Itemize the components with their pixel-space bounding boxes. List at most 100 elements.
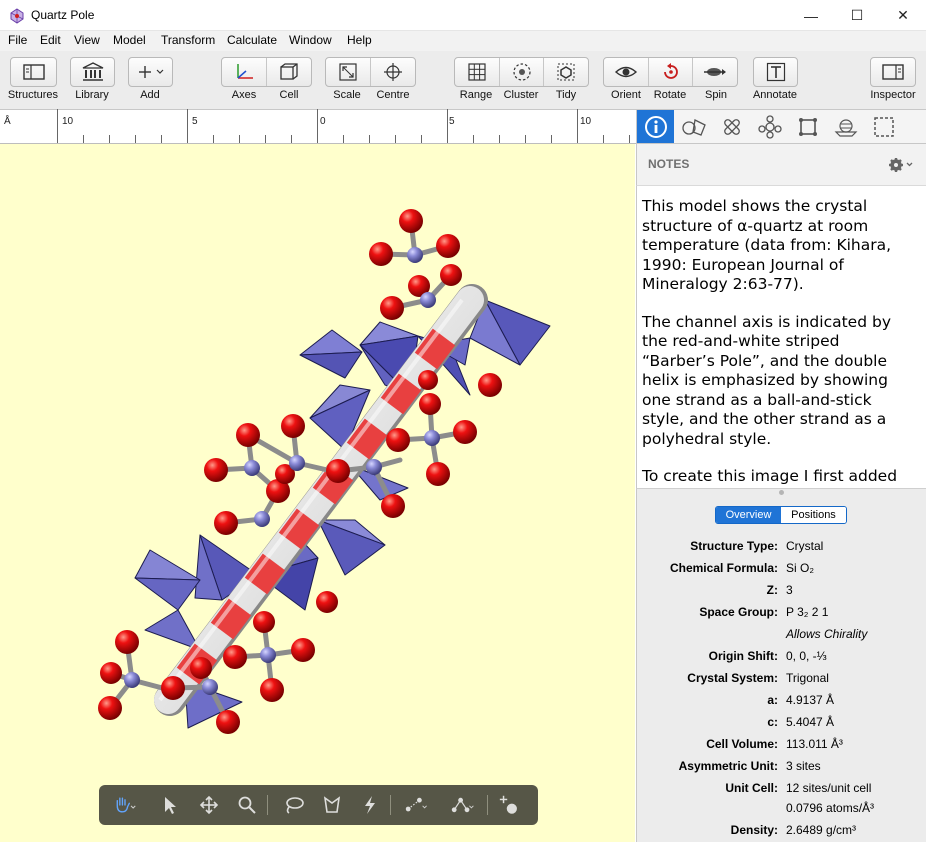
cell-button[interactable] <box>267 58 311 86</box>
rotate-icon <box>663 63 678 79</box>
menu-transform[interactable]: Transform <box>161 33 215 47</box>
inspector-button[interactable] <box>870 57 916 87</box>
lightning-tool[interactable] <box>358 793 382 817</box>
crystal-structure-rendering[interactable] <box>0 144 635 842</box>
move-tool[interactable] <box>197 793 221 817</box>
surface-icon <box>834 118 857 137</box>
eye-icon <box>614 66 637 78</box>
select-tool[interactable] <box>159 793 183 817</box>
property-key: Origin Shift: <box>708 649 778 663</box>
orient-button[interactable] <box>604 58 649 86</box>
menu-window[interactable]: Window <box>289 33 332 47</box>
property-key: Crystal System: <box>687 671 778 685</box>
property-value: 3 sites <box>786 759 821 773</box>
property-value: 0.0796 atoms/Å³ <box>786 801 875 815</box>
centre-button[interactable] <box>371 58 415 86</box>
property-value: Trigonal <box>786 671 829 685</box>
angle-tool[interactable] <box>451 793 475 817</box>
axes-cell-group <box>221 57 312 87</box>
maximize-button[interactable]: ☐ <box>834 0 880 31</box>
rotate-button[interactable] <box>649 58 694 86</box>
bond-tool[interactable] <box>405 793 429 817</box>
tab-sticks[interactable] <box>713 110 750 143</box>
ruler-tick <box>343 135 344 143</box>
minimize-icon: — <box>804 7 818 24</box>
property-key: Z: <box>766 583 778 597</box>
app-icon <box>10 8 24 24</box>
unit-cell-icon <box>798 117 817 136</box>
property-value: 0, 0, -⅓ <box>786 649 827 663</box>
add-atom-icon <box>499 795 517 814</box>
spin-button[interactable] <box>693 58 737 86</box>
polygon-select-tool[interactable] <box>320 793 344 817</box>
menu-edit[interactable]: Edit <box>40 33 61 47</box>
menu-model[interactable]: Model <box>113 33 146 47</box>
polygon-select-icon <box>323 796 341 813</box>
grid-icon <box>468 63 486 81</box>
property-key: c: <box>767 715 778 729</box>
spin-icon <box>704 68 727 76</box>
notes-header: NOTES <box>636 144 926 186</box>
menu-view[interactable]: View <box>74 33 100 47</box>
magnifier-icon <box>238 796 256 814</box>
ruler-tick <box>473 135 474 143</box>
cluster-button[interactable] <box>500 58 545 86</box>
notes-settings-button[interactable] <box>887 156 915 177</box>
cell-icon <box>280 63 298 80</box>
ruler-tick <box>317 109 318 143</box>
minimize-button[interactable]: — <box>788 0 834 31</box>
library-button[interactable] <box>70 57 115 87</box>
menu-bar: File Edit View Model Transform Calculate… <box>0 31 926 51</box>
ruler-tick <box>603 135 604 143</box>
property-key: Unit Cell: <box>725 781 778 795</box>
ruler-label: 5 <box>192 116 198 127</box>
property-value: 12 sites/unit cell <box>786 781 872 795</box>
lasso-tool[interactable] <box>282 793 306 817</box>
panel-splitter[interactable] <box>636 488 926 496</box>
menu-help[interactable]: Help <box>347 33 372 47</box>
scale-button[interactable] <box>326 58 371 86</box>
range-button[interactable] <box>455 58 500 86</box>
ruler-tick <box>57 109 58 143</box>
tab-surface[interactable] <box>827 110 864 143</box>
ruler-tick <box>577 109 578 143</box>
add-atom-tool[interactable] <box>498 793 522 817</box>
tab-cell[interactable] <box>789 110 826 143</box>
close-button[interactable]: ✕ <box>880 0 926 31</box>
property-value: Allows Chirality <box>786 627 868 641</box>
tab-info[interactable] <box>637 110 674 143</box>
bond-icon <box>405 797 427 812</box>
orient-rotate-spin-group <box>603 57 738 87</box>
tab-molecule[interactable] <box>751 110 788 143</box>
ruler-label: 10 <box>62 116 74 127</box>
property-value: 113.011 Å³ <box>786 737 843 751</box>
crosshair-icon <box>384 63 402 81</box>
add-button[interactable] <box>128 57 173 87</box>
zoom-tool[interactable] <box>235 793 259 817</box>
tab-selection[interactable] <box>865 110 902 143</box>
hand-tool[interactable] <box>113 793 137 817</box>
positions-tab[interactable]: Positions <box>781 507 846 523</box>
hand-icon <box>116 797 136 813</box>
centre-label: Centre <box>376 89 410 101</box>
range-cluster-tidy-group <box>454 57 589 87</box>
overview-tab[interactable]: Overview <box>716 507 781 523</box>
tidy-button[interactable] <box>544 58 588 86</box>
ruler-tick <box>421 135 422 143</box>
annotate-button[interactable] <box>753 57 798 87</box>
structure-viewport[interactable] <box>0 144 635 842</box>
scale-centre-group <box>325 57 416 87</box>
molecule-icon <box>757 114 782 139</box>
scale-icon <box>339 63 357 81</box>
property-value: 5.4047 Å <box>786 715 835 729</box>
menu-file[interactable]: File <box>8 33 27 47</box>
maximize-icon: ☐ <box>850 7 864 23</box>
property-value: Crystal <box>786 539 824 553</box>
structures-button[interactable] <box>10 57 57 87</box>
notes-text[interactable]: This model shows the crystal structure o… <box>636 186 926 488</box>
axes-button[interactable] <box>222 58 267 86</box>
arrow-icon <box>165 797 176 814</box>
menu-calculate[interactable]: Calculate <box>227 33 277 47</box>
tab-shapes[interactable] <box>675 110 712 143</box>
sidebar-icon <box>22 64 45 80</box>
